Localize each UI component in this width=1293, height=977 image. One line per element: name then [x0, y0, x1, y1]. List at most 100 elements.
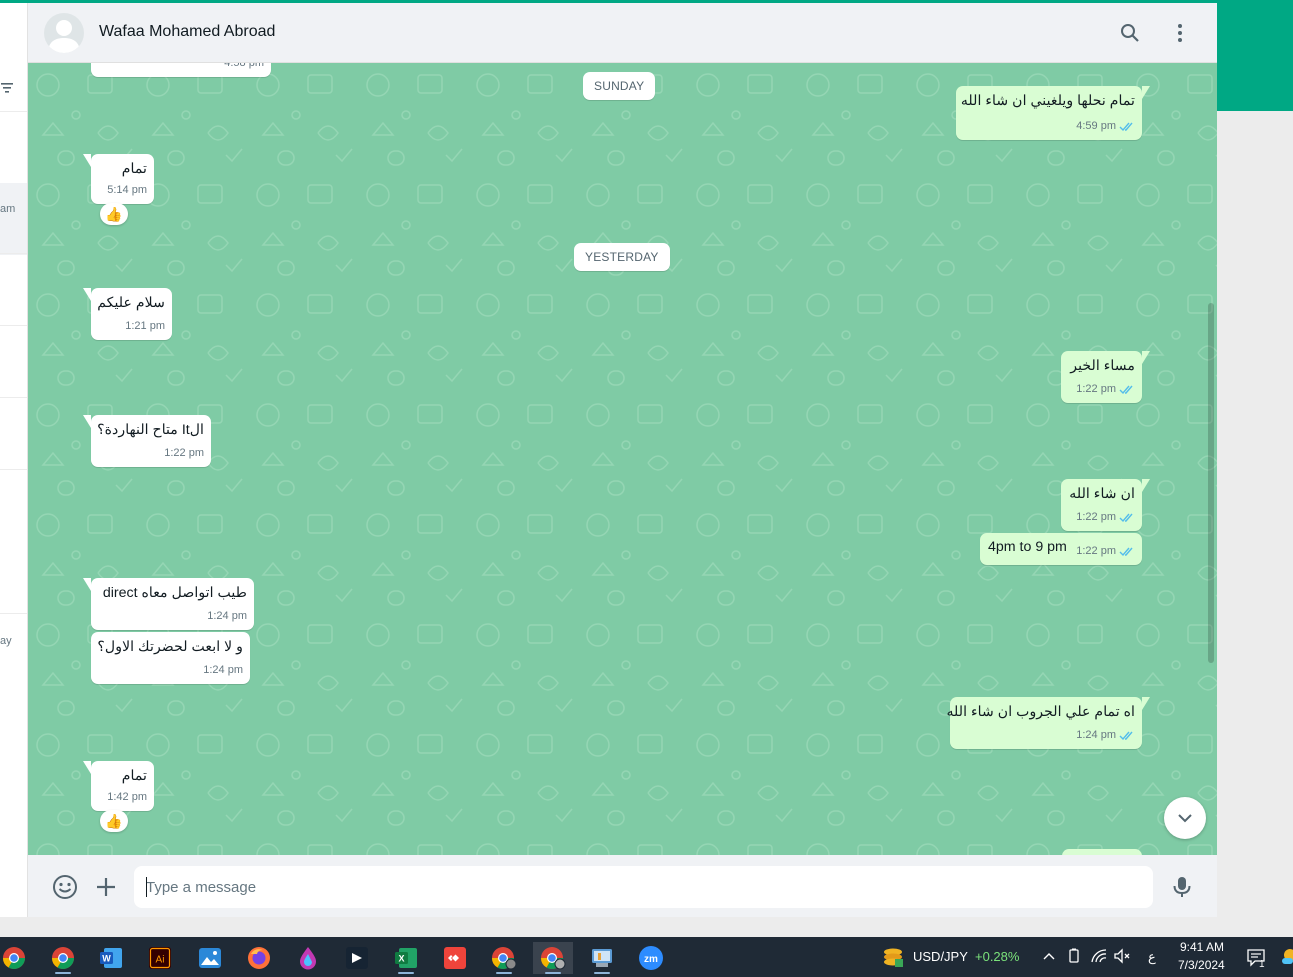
chat-list-divider: [0, 613, 27, 614]
volume-muted-icon[interactable]: [1113, 948, 1131, 964]
message-time: 1:24 pm: [1076, 729, 1116, 741]
message-meta: 5:14 pm: [107, 181, 147, 200]
taskbar-anydesk[interactable]: [435, 942, 475, 974]
message-reaction[interactable]: 👍: [100, 203, 128, 225]
emoji-button[interactable]: [52, 874, 78, 900]
taskbar-excel[interactable]: X: [386, 942, 426, 974]
svg-text:X: X: [398, 954, 404, 964]
chat-list-snippet: ay: [0, 635, 12, 647]
taskbar-paint[interactable]: [288, 942, 328, 974]
chat-list-divider: [0, 111, 27, 112]
taskbar-chrome-2[interactable]: [43, 942, 83, 974]
scroll-to-bottom-button[interactable]: [1164, 797, 1206, 839]
chat-header: Wafaa Mohamed Abroad: [28, 3, 1217, 63]
message-incoming[interactable]: سلام عليكم 1:21 pm: [83, 288, 172, 340]
capcut-icon: [346, 947, 368, 969]
message-reaction[interactable]: 👍: [100, 810, 128, 832]
message-meta: 1:24 pm: [1076, 726, 1135, 745]
chat-list-divider: [0, 325, 27, 326]
input-language[interactable]: ع: [1148, 949, 1156, 965]
message-time: 1:24 pm: [207, 610, 247, 622]
chat-scrollbar[interactable]: [1208, 303, 1214, 663]
date-separator: YESTERDAY: [574, 243, 670, 271]
message-meta: 1:24 pm: [207, 607, 247, 626]
svg-text:zm: zm: [644, 954, 658, 965]
message-time: 1:22 pm: [164, 447, 204, 459]
message-incoming[interactable]: تمام 1:42 pm: [83, 761, 154, 811]
filter-icon[interactable]: [1, 83, 13, 93]
date-separator: SUNDAY: [583, 72, 656, 100]
wifi-icon[interactable]: [1090, 948, 1108, 964]
chat-list-divider: [0, 397, 27, 398]
chrome-icon: [52, 947, 74, 969]
clock-date[interactable]: 7/3/2024: [1178, 958, 1225, 972]
anydesk-icon: [444, 947, 466, 969]
taskbar-control-panel[interactable]: [582, 942, 622, 974]
taskbar-illustrator[interactable]: Ai: [140, 942, 180, 974]
running-indicator: [398, 972, 414, 974]
weather-icon[interactable]: [1280, 947, 1293, 967]
app-backdrop-bottom: [0, 917, 1217, 937]
chrome-profile-icon: [492, 947, 517, 970]
search-button[interactable]: [1118, 21, 1142, 45]
taskbar-zoom[interactable]: zm: [631, 942, 671, 974]
message-outgoing[interactable]: ان شاء الله 1:22 pm: [1061, 479, 1150, 531]
message-text: تمام: [121, 161, 147, 177]
plus-icon: [97, 878, 115, 896]
message-outgoing[interactable]: 4pm to 9 pm 1:22 pm: [980, 533, 1142, 565]
contact-name[interactable]: Wafaa Mohamed Abroad: [99, 23, 275, 41]
message-incoming[interactable]: تمام 5:14 pm: [83, 154, 154, 204]
voice-message-button[interactable]: [1169, 874, 1195, 900]
conversation-panel[interactable]: 4:58 pm SUNDAY تمام نحلها ويلغيني ان شاء…: [28, 63, 1217, 855]
clock-time[interactable]: 9:41 AM: [1180, 940, 1224, 954]
message-incoming[interactable]: الIt متاح النهاردة؟ 1:22 pm: [83, 415, 211, 467]
chat-list-panel: am ay: [0, 3, 28, 917]
chat-list-snippet: am: [0, 203, 16, 215]
ticker-symbol[interactable]: USD/JPY: [913, 949, 968, 964]
message-meta: 1:22 pm: [1076, 508, 1135, 527]
message-incoming[interactable]: 4:58 pm: [91, 63, 271, 77]
running-indicator: [545, 972, 561, 974]
message-time: 1:21 pm: [125, 320, 165, 332]
illustrator-icon: Ai: [149, 947, 171, 969]
message-text: و لا ابعت لحضرتك الاول؟: [97, 639, 243, 655]
bubble-tail: [1142, 697, 1150, 710]
running-indicator: [55, 972, 71, 974]
message-outgoing[interactable]: مساء الخير 1:22 pm: [1061, 351, 1150, 403]
taskbar-chrome-profile[interactable]: [484, 942, 524, 974]
message-text: طيب اتواصل معاه direct: [102, 585, 247, 601]
taskbar-capcut[interactable]: [337, 942, 377, 974]
message-time: 1:42 pm: [107, 791, 147, 803]
svg-text:W: W: [102, 954, 111, 964]
running-indicator: [594, 972, 610, 974]
message-time: 4:59 pm: [1076, 120, 1116, 132]
message-meta: 4:58 pm: [224, 63, 264, 73]
message-outgoing[interactable]: اه تمام علي الجروب ان شاء الله 1:24 pm: [946, 697, 1150, 749]
paint-drop-icon: [300, 947, 316, 970]
bubble-tail: [83, 761, 91, 774]
message-text: اه تمام علي الجروب ان شاء الله: [946, 704, 1135, 720]
microphone-icon: [1173, 877, 1191, 897]
emoji-icon: [53, 875, 77, 899]
read-receipt-icon: [1119, 547, 1133, 557]
chevron-up-icon[interactable]: [1042, 950, 1056, 962]
taskbar-chrome[interactable]: [0, 942, 34, 974]
taskbar-firefox[interactable]: [239, 942, 279, 974]
message-time: 1:22 pm: [1076, 545, 1116, 557]
message-text: تمام: [121, 768, 147, 784]
attach-button[interactable]: [93, 874, 119, 900]
taskbar-chrome-profile-active[interactable]: [533, 942, 573, 974]
message-outgoing[interactable]: تمام نحلها ويلغيني ان شاء الله 4:59 pm: [956, 86, 1150, 140]
message-incoming[interactable]: طيب اتواصل معاه direct 1:24 pm: [83, 578, 254, 630]
avatar[interactable]: [44, 13, 84, 53]
chat-list-divider: [0, 469, 27, 470]
battery-icon[interactable]: [1066, 948, 1082, 964]
message-input[interactable]: [134, 866, 1153, 908]
taskbar-word[interactable]: W: [91, 942, 131, 974]
chat-list-item-active[interactable]: [0, 183, 27, 255]
menu-button[interactable]: [1168, 21, 1192, 45]
control-panel-icon: [592, 949, 612, 967]
taskbar-photos[interactable]: [190, 942, 230, 974]
message-incoming[interactable]: و لا ابعت لحضرتك الاول؟ 1:24 pm: [91, 632, 250, 684]
read-receipt-icon: [1119, 385, 1133, 395]
